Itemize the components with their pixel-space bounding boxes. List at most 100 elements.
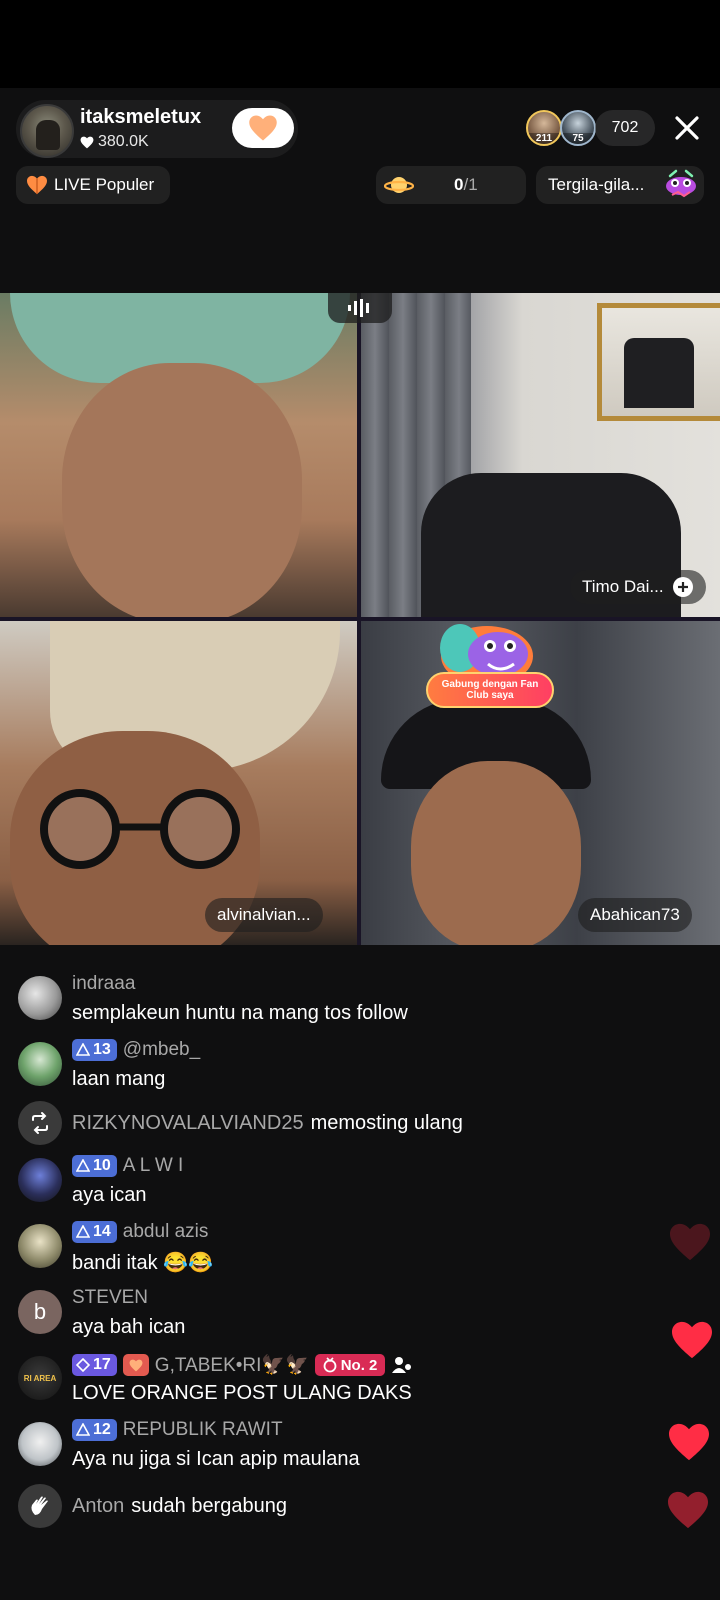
chat-text: laan mang xyxy=(72,1068,166,1090)
repost-icon-wrap xyxy=(18,1101,62,1145)
chat-username-text: indraaa xyxy=(72,973,136,994)
repost-icon xyxy=(32,1112,48,1134)
trending-sticker-icon xyxy=(666,169,696,198)
floating-heart-icon xyxy=(669,1423,709,1461)
top-viewer-avatar[interactable]: 75 xyxy=(560,110,596,146)
host-likes-count: 380.0K xyxy=(98,133,149,150)
host-video-tile[interactable] xyxy=(0,293,357,617)
chat-message[interactable]: 12 REPUBLIK RAWIT Aya nu jiga si Ican ap… xyxy=(18,1419,638,1481)
chat-message[interactable]: 13 @mbeb_ laan mang xyxy=(18,1039,638,1101)
user-level-value: 13 xyxy=(93,1041,111,1058)
wall-photo-frame xyxy=(597,303,720,421)
chat-avatar[interactable]: b xyxy=(18,1290,62,1334)
chat-username[interactable]: 12 REPUBLIK RAWIT xyxy=(72,1419,283,1441)
level-triangle-icon xyxy=(76,1423,90,1436)
live-popular-chip[interactable]: LIVE Populer xyxy=(16,166,170,204)
chat-text: aya ican xyxy=(72,1184,147,1206)
host-avatar[interactable] xyxy=(20,104,74,158)
glasses-shape xyxy=(40,789,240,869)
heart-icon xyxy=(80,136,94,148)
fan-club-member-badge xyxy=(122,1354,149,1376)
chat-avatar[interactable] xyxy=(18,976,62,1020)
guest-name: Timo Dai... xyxy=(582,577,664,596)
host-face-shape xyxy=(62,363,302,617)
chat-avatar[interactable] xyxy=(18,1224,62,1268)
host-name[interactable]: itaksmeletux xyxy=(80,106,201,129)
chat-message[interactable]: RI AREA 17 G,TABEK•RI🦅🦅 No. 2 LOVE ORANG… xyxy=(18,1353,698,1415)
user-level-badge: 17 xyxy=(72,1354,117,1376)
wave-hand-icon xyxy=(31,1496,48,1515)
chat-username[interactable]: 10 A L W I xyxy=(72,1155,183,1177)
chat-username[interactable]: indraaa xyxy=(72,973,135,995)
join-notice: Anton sudah bergabung xyxy=(18,1484,287,1528)
guest-name: Abahican73 xyxy=(590,905,680,924)
orange-heart-icon xyxy=(27,175,47,195)
chat-message[interactable]: 14 abdul azis bandi itak 😂😂 xyxy=(18,1221,638,1283)
user-level-value: 14 xyxy=(93,1223,111,1240)
chat-message[interactable]: 10 A L W I aya ican xyxy=(18,1155,638,1217)
chat-username[interactable]: STEVEN xyxy=(72,1287,148,1309)
user-level-badge: 13 xyxy=(72,1039,117,1061)
level-diamond-icon xyxy=(76,1358,90,1372)
fan-club-level: 3 xyxy=(275,132,282,144)
ranking-total: /1 xyxy=(463,175,478,194)
trending-chip[interactable]: Tergila-gila... xyxy=(536,166,704,204)
fan-club-badge: 3 xyxy=(248,114,282,144)
close-icon[interactable] xyxy=(672,113,702,143)
viewer-count[interactable]: 702 xyxy=(595,110,655,146)
medal-icon xyxy=(323,1357,337,1373)
user-level-value: 12 xyxy=(93,1421,111,1438)
guest-video-tile-timo[interactable] xyxy=(361,293,720,617)
chat-avatar[interactable]: RI AREA xyxy=(18,1356,62,1400)
add-follow-icon[interactable] xyxy=(672,576,694,598)
chat-text: Aya nu jiga si Ican apip maulana xyxy=(72,1448,360,1470)
chat-avatar[interactable] xyxy=(18,1158,62,1202)
chat-username-text: A L W I xyxy=(122,1155,184,1176)
gifter-rank-badge: No. 2 xyxy=(314,1354,386,1376)
chat-text: semplakeun huntu na mang tos follow xyxy=(72,1002,408,1024)
fan-club-button[interactable]: 3 xyxy=(232,108,294,148)
floating-heart-icon xyxy=(668,1491,708,1529)
level-triangle-icon xyxy=(76,1225,90,1238)
multi-guest-grid xyxy=(0,293,720,945)
user-level-badge: 10 xyxy=(72,1155,117,1177)
repost-notice: RIZKYNOVALALVIAND25 memosting ulang xyxy=(18,1101,463,1145)
live-popular-label: LIVE Populer xyxy=(54,175,155,194)
team-member-icon xyxy=(392,1357,412,1373)
join-text: sudah bergabung xyxy=(131,1494,287,1517)
wave-icon-wrap xyxy=(18,1484,62,1528)
floating-heart-icon xyxy=(672,1321,712,1359)
user-level-value: 10 xyxy=(93,1157,111,1174)
repost-text: memosting ulang xyxy=(310,1111,463,1134)
chat-text: LOVE ORANGE POST ULANG DAKS xyxy=(72,1382,412,1404)
join-username[interactable]: Anton xyxy=(72,1495,124,1518)
chat-avatar[interactable] xyxy=(18,1422,62,1466)
guest-name-tag-alvin[interactable]: alvinalvian... xyxy=(205,898,323,932)
chat-username[interactable]: 13 @mbeb_ xyxy=(72,1039,200,1061)
fan-club-cta[interactable]: Gabung dengan Fan Club saya xyxy=(426,672,554,708)
planet-icon xyxy=(384,177,414,193)
ranking-chip[interactable]: 0/1 xyxy=(376,166,526,204)
guest-name-tag-timo[interactable]: Timo Dai... xyxy=(570,570,706,604)
viewer-rank-badge: 211 xyxy=(528,133,560,144)
chat-username[interactable]: 14 abdul azis xyxy=(72,1221,208,1243)
chat-username[interactable]: 17 G,TABEK•RI🦅🦅 No. 2 xyxy=(72,1353,413,1377)
floating-heart-icon xyxy=(670,1223,710,1261)
chat-message[interactable]: b STEVEN aya bah ican xyxy=(18,1287,638,1349)
guest-name-tag-aba[interactable]: Abahican73 xyxy=(578,898,692,932)
level-triangle-icon xyxy=(76,1159,90,1172)
trending-label: Tergila-gila... xyxy=(548,175,645,194)
repost-username[interactable]: RIZKYNOVALALVIAND25 xyxy=(72,1112,304,1135)
guest-video-tile-alvin[interactable] xyxy=(0,621,357,945)
chat-username-text: REPUBLIK RAWIT xyxy=(122,1419,283,1440)
top-viewer-avatar[interactable]: 211 xyxy=(526,110,562,146)
chat-message[interactable]: indraaa semplakeun huntu na mang tos fol… xyxy=(18,973,638,1035)
guest-face-shape xyxy=(411,761,581,945)
chat-text: bandi itak 😂😂 xyxy=(72,1252,213,1274)
user-level-badge: 12 xyxy=(72,1419,117,1441)
chat-avatar[interactable] xyxy=(18,1042,62,1086)
viewer-rank-badge: 75 xyxy=(562,133,594,144)
user-level-value: 17 xyxy=(93,1356,111,1373)
chat-text: aya bah ican xyxy=(72,1316,186,1338)
chat-username-text: G,TABEK•RI🦅🦅 xyxy=(154,1355,309,1376)
